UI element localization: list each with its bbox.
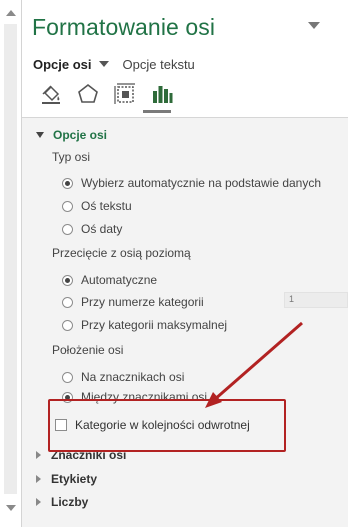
radio-label: Oś daty xyxy=(81,222,123,236)
expand-triangle-icon xyxy=(36,451,41,459)
axis-options-icon xyxy=(152,86,172,103)
radio-label: Na znacznikach osi xyxy=(81,370,185,384)
pane-options-chevron-icon[interactable] xyxy=(308,22,320,29)
category-number-input[interactable]: 1 xyxy=(284,292,348,308)
scrollbar-track[interactable] xyxy=(4,24,17,494)
radio-crossing-auto[interactable]: Automatyczne xyxy=(62,272,157,288)
radio-label: Przy numerze kategorii xyxy=(81,295,204,309)
fill-line-button[interactable] xyxy=(32,80,69,108)
axis-type-label: Typ osi xyxy=(52,150,91,164)
options-content: Opcje osi Typ osi Wybierz automatycznie … xyxy=(22,118,348,527)
section-numbers-header[interactable]: Liczby xyxy=(36,495,88,509)
format-axis-pane: Formatowanie osi Opcje osi Opcje tekstu xyxy=(22,0,348,527)
expand-triangle-icon xyxy=(36,475,41,483)
collapse-triangle-icon xyxy=(36,132,44,138)
effects-icon xyxy=(77,83,98,103)
radio-label: Automatyczne xyxy=(81,273,158,287)
scroll-down-arrow-icon[interactable] xyxy=(6,505,16,511)
radio-button[interactable] xyxy=(62,274,73,286)
scroll-up-arrow-icon[interactable] xyxy=(6,10,16,16)
crossing-label: Przecięcie z osią poziomą xyxy=(52,246,191,260)
radio-button[interactable] xyxy=(62,177,73,189)
pane-tabs: Opcje osi Opcje tekstu xyxy=(33,54,195,74)
radio-position-on-tick-marks[interactable]: Na znacznikach osi xyxy=(62,369,184,385)
radio-button[interactable] xyxy=(62,371,73,383)
size-properties-icon xyxy=(113,83,135,104)
axis-options-button[interactable] xyxy=(143,80,180,108)
annotation-highlight-box xyxy=(48,399,286,452)
radio-button[interactable] xyxy=(62,319,73,331)
radio-crossing-category-number[interactable]: Przy numerze kategorii xyxy=(62,294,204,310)
radio-label: Wybierz automatycznie na podstawie danyc… xyxy=(81,176,322,190)
section-title: Etykiety xyxy=(51,472,98,486)
radio-axis-type-date[interactable]: Oś daty xyxy=(62,221,122,237)
radio-button[interactable] xyxy=(62,296,73,308)
radio-label: Przy kategorii maksymalnej xyxy=(81,318,228,332)
radio-crossing-max-category[interactable]: Przy kategorii maksymalnej xyxy=(62,317,227,333)
selected-category-indicator xyxy=(143,110,171,113)
radio-axis-type-auto[interactable]: Wybierz automatycznie na podstawie danyc… xyxy=(62,175,321,191)
section-axis-options-title: Opcje osi xyxy=(53,128,108,142)
category-icons xyxy=(32,80,180,108)
section-labels-header[interactable]: Etykiety xyxy=(36,472,97,486)
radio-axis-type-text[interactable]: Oś tekstu xyxy=(62,198,132,214)
section-axis-options-header[interactable]: Opcje osi xyxy=(36,128,107,142)
effects-button[interactable] xyxy=(69,80,106,108)
axis-position-label: Położenie osi xyxy=(52,343,124,357)
expand-triangle-icon xyxy=(36,498,41,506)
size-properties-button[interactable] xyxy=(106,80,143,108)
radio-button[interactable] xyxy=(62,223,73,235)
left-scrollbar[interactable] xyxy=(0,0,22,527)
tab-text-options[interactable]: Opcje tekstu xyxy=(123,57,195,72)
pane-title: Formatowanie osi xyxy=(32,14,216,40)
tab-dropdown-caret-icon[interactable] xyxy=(98,61,109,67)
radio-label: Oś tekstu xyxy=(81,199,132,213)
section-title: Liczby xyxy=(51,495,89,509)
fill-line-icon xyxy=(41,85,60,104)
tab-axis-options[interactable]: Opcje osi xyxy=(33,57,92,72)
radio-button[interactable] xyxy=(62,200,73,212)
